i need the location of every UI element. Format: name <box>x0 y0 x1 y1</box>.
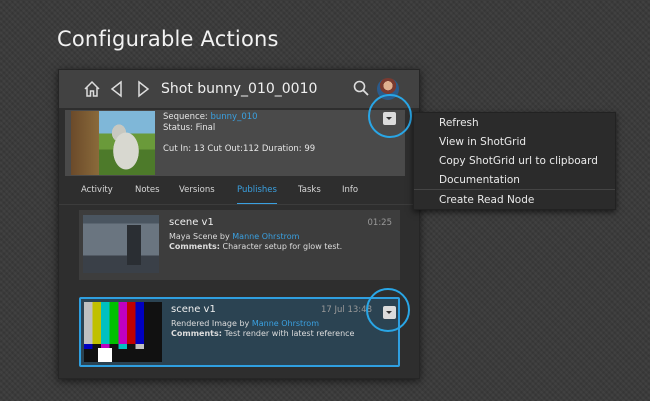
publish-time: 17 Jul 13:48 <box>321 305 372 315</box>
publish-comments: Character setup for glow test. <box>222 242 343 251</box>
menu-item-copy-url[interactable]: Copy ShotGrid url to clipboard <box>439 155 598 167</box>
tab-bar: Activity Notes Versions Publishes Tasks … <box>59 182 419 206</box>
publish-details: Maya Scene by Manne Ohrstrom Comments: C… <box>169 232 342 252</box>
shot-details: Sequence: bunny_010 Status: Final Cut In… <box>163 112 315 155</box>
back-icon[interactable] <box>109 80 125 98</box>
publish-title: scene v1 <box>171 304 216 315</box>
shot-thumbnail <box>71 111 155 175</box>
publish-author-link[interactable]: Manne Ohrstrom <box>252 319 319 328</box>
page-headline: Configurable Actions <box>57 27 279 51</box>
menu-item-documentation[interactable]: Documentation <box>439 174 520 186</box>
publish-details: Rendered Image by Manne Ohrstrom Comment… <box>171 319 354 339</box>
comments-label: Comments: <box>171 329 222 338</box>
publish-type: Rendered Image by <box>171 319 250 328</box>
home-icon[interactable] <box>83 80 101 98</box>
shotgrid-panel: Shot bunny_010_0010 Sequence: bunny_010 … <box>58 69 420 379</box>
tab-info[interactable]: Info <box>342 185 358 205</box>
menu-item-refresh[interactable]: Refresh <box>439 117 479 129</box>
comments-label: Comments: <box>169 242 220 251</box>
publish-comments: Test render with latest reference <box>224 329 355 338</box>
sequence-label: Sequence: <box>163 112 208 122</box>
status-label: Status: <box>163 123 193 133</box>
shot-title: Shot bunny_010_0010 <box>161 81 318 97</box>
menu-item-view-in-shotgrid[interactable]: View in ShotGrid <box>439 136 526 148</box>
cut-info: Cut In: 13 Cut Out:112 Duration: 99 <box>163 144 316 154</box>
publish-item[interactable]: scene v1 01:25 Maya Scene by Manne Ohrst… <box>79 210 400 280</box>
highlight-ring <box>366 288 410 332</box>
menu-separator <box>414 189 615 190</box>
search-icon[interactable] <box>353 80 369 96</box>
tab-activity[interactable]: Activity <box>81 185 113 205</box>
publish-item-selected[interactable]: scene v1 17 Jul 13:48 Rendered Image by … <box>79 297 400 367</box>
actions-context-menu: Refresh View in ShotGrid Copy ShotGrid u… <box>413 112 616 210</box>
forward-icon[interactable] <box>135 80 151 98</box>
color-bars-thumbnail <box>84 302 162 362</box>
menu-item-create-read-node[interactable]: Create Read Node <box>439 194 534 206</box>
status-value: Final <box>195 123 216 133</box>
publish-title: scene v1 <box>169 217 214 228</box>
sequence-link[interactable]: bunny_010 <box>211 112 258 122</box>
publish-author-link[interactable]: Manne Ohrstrom <box>232 232 299 241</box>
tab-versions[interactable]: Versions <box>179 185 215 205</box>
tab-divider <box>59 204 419 205</box>
maya-thumbnail <box>83 215 159 273</box>
highlight-ring <box>368 94 412 138</box>
tab-notes[interactable]: Notes <box>135 185 160 205</box>
tab-publishes[interactable]: Publishes <box>237 185 277 205</box>
publish-time: 01:25 <box>367 218 393 228</box>
panel-toolbar: Shot bunny_010_0010 <box>59 70 419 108</box>
publish-type: Maya Scene by <box>169 232 230 241</box>
tab-tasks[interactable]: Tasks <box>298 185 321 205</box>
